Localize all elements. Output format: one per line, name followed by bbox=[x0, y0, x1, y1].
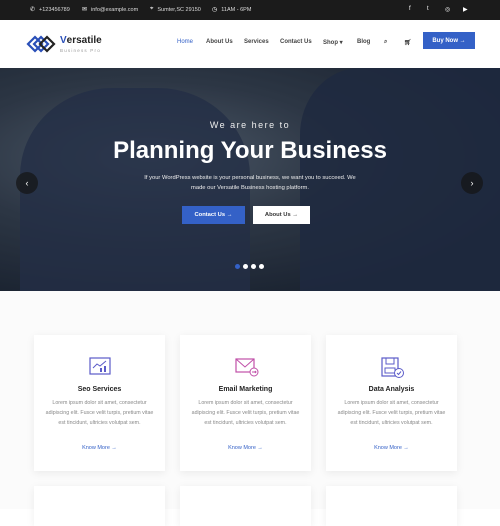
service-card: Email Marketing Lorem ipsum dolor sit am… bbox=[180, 335, 311, 471]
service-card-partial bbox=[326, 486, 457, 526]
mail-icon: ✉ bbox=[82, 7, 88, 13]
chevron-down-icon: ▾ bbox=[339, 40, 343, 46]
nav-home[interactable]: Home bbox=[177, 39, 193, 45]
card-text: Lorem ipsum dolor sit amet, consectetur … bbox=[191, 400, 300, 426]
know-more-link[interactable]: Know More → bbox=[180, 445, 311, 451]
prev-slide-button[interactable]: ‹ bbox=[16, 172, 38, 194]
hero-slider: We are here to Planning Your Business If… bbox=[0, 68, 500, 291]
contact-us-button[interactable]: Contact Us → bbox=[182, 206, 245, 224]
clock-icon: ◷ bbox=[212, 7, 218, 13]
floppy-disk-icon bbox=[381, 357, 404, 378]
top-bar: ✆ +123456789 ✉ info@example.com ⌖ Sumter,SC… bbox=[0, 0, 500, 20]
header: Versatile Business Pro Home About Us Ser… bbox=[0, 20, 500, 68]
brand-name[interactable]: Versatile bbox=[60, 35, 102, 46]
email-info[interactable]: ✉ info@example.com bbox=[82, 6, 138, 14]
nav-blog[interactable]: Blog bbox=[357, 39, 370, 45]
card-title: Email Marketing bbox=[218, 386, 273, 393]
service-card: Data Analysis Lorem ipsum dolor sit amet… bbox=[326, 335, 457, 471]
phone-icon: ✆ bbox=[30, 7, 36, 13]
slider-dots bbox=[235, 264, 264, 269]
facebook-icon[interactable]: f bbox=[409, 6, 411, 12]
service-card-partial bbox=[34, 486, 165, 526]
brand-tagline: Business Pro bbox=[60, 48, 101, 53]
slide-dot[interactable] bbox=[251, 264, 256, 269]
nav-about[interactable]: About Us bbox=[206, 39, 233, 45]
cart-icon[interactable]: 🛒︎ bbox=[404, 39, 412, 46]
twitter-icon[interactable]: t bbox=[427, 6, 429, 12]
about-us-button[interactable]: About Us → bbox=[253, 206, 310, 224]
slide-dot[interactable] bbox=[259, 264, 264, 269]
hero-title: Planning Your Business bbox=[113, 137, 387, 164]
email-icon bbox=[235, 358, 259, 377]
hero-text: If your WordPress website is your person… bbox=[144, 175, 356, 191]
phone-info[interactable]: ✆ +123456789 bbox=[30, 6, 70, 14]
know-more-link[interactable]: Know More → bbox=[34, 445, 165, 451]
card-title: Seo Services bbox=[77, 386, 122, 393]
buy-now-button[interactable]: Buy Now → bbox=[423, 32, 475, 49]
card-text: Lorem ipsum dolor sit amet, consectetur … bbox=[45, 400, 154, 426]
instagram-icon[interactable]: ◎ bbox=[445, 6, 450, 13]
youtube-icon[interactable]: ▶ bbox=[463, 6, 468, 13]
service-card-partial bbox=[180, 486, 311, 526]
nav-shop[interactable]: Shop ▾ bbox=[323, 39, 343, 46]
location-icon: ⌖ bbox=[150, 6, 154, 12]
hours-info: ◷ 11AM - 6PM bbox=[212, 6, 252, 14]
nav-services[interactable]: Services bbox=[244, 39, 269, 45]
logo-icon[interactable] bbox=[26, 35, 56, 53]
seo-chart-icon bbox=[89, 357, 111, 375]
search-icon[interactable]: ⌕ bbox=[384, 39, 387, 46]
next-slide-button[interactable]: › bbox=[461, 172, 483, 194]
slide-dot[interactable] bbox=[235, 264, 240, 269]
slide-dot[interactable] bbox=[243, 264, 248, 269]
service-card: Seo Services Lorem ipsum dolor sit amet,… bbox=[34, 335, 165, 471]
address-info: ⌖ Sumter,SC 29150 bbox=[150, 6, 201, 13]
know-more-link[interactable]: Know More → bbox=[326, 445, 457, 451]
hero-subtitle: We are here to bbox=[209, 120, 291, 130]
card-text: Lorem ipsum dolor sit amet, consectetur … bbox=[337, 400, 446, 426]
nav-contact[interactable]: Contact Us bbox=[280, 39, 312, 45]
card-title: Data Analysis bbox=[368, 386, 415, 393]
